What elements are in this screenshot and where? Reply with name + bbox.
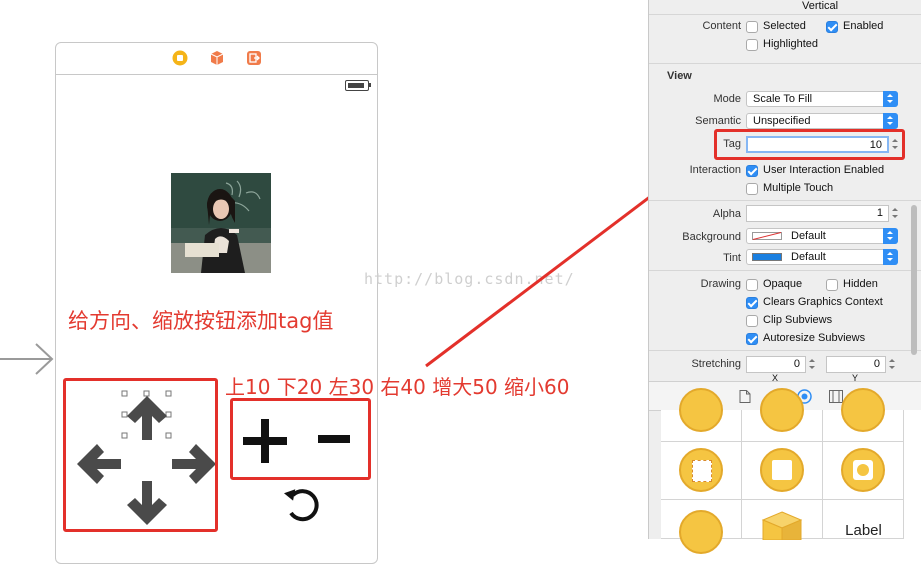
highlighted-label: Highlighted [763,38,819,50]
vertical-label: Vertical [802,0,839,12]
alpha-label: Alpha [712,208,741,220]
semantic-value: Unspecified [753,115,811,127]
opaque-checkbox[interactable] [746,279,758,291]
battery-icon [345,80,369,91]
background-label: Background [682,231,741,243]
enabled-label: Enabled [843,20,884,32]
background-value: Default [791,230,826,242]
library-container-icon [760,448,804,492]
user-interaction-label: User Interaction Enabled [763,164,885,176]
exit-icon[interactable] [246,50,262,66]
separator [649,63,921,64]
hidden-label: Hidden [843,278,878,290]
autoresize-checkbox[interactable] [746,333,758,345]
chevron-updown-icon [883,228,898,244]
direction-buttons-highlight [63,378,218,532]
stretch-y-field[interactable]: 0 [826,356,886,373]
selected-checkbox[interactable] [746,21,758,33]
clear-color-swatch [752,232,782,240]
autoresize-label: Autoresize Subviews [763,332,866,344]
clears-graphics-label: Clears Graphics Context [763,296,883,308]
stretching-label: Stretching [691,358,741,370]
selected-label: Selected [763,20,806,32]
separator [649,200,921,201]
alpha-value: 1 [876,207,883,219]
library-cell[interactable] [823,442,904,500]
first-responder-icon[interactable] [209,50,225,66]
semantic-popup[interactable]: Unspecified [746,113,898,129]
library-av-player-icon [679,510,723,554]
library-cell[interactable] [661,388,742,442]
object-library-grid: Label [661,388,921,554]
scene-dock [56,43,377,75]
zoom-buttons-highlight [230,398,371,480]
separator [649,350,921,351]
library-cell[interactable]: Label [823,500,904,539]
library-object-icon [679,388,723,432]
entry-point-arrow-icon [0,343,54,375]
library-icon[interactable] [829,390,843,403]
content-label: Content [702,20,741,32]
library-label-text: Label [845,522,882,539]
stretch-y-stepper[interactable] [888,356,897,373]
library-cell[interactable] [742,500,823,540]
separator [649,270,921,271]
view-section-title: View [667,70,692,82]
annotation-instruction: 给方向、缩放按钮添加tag值 [68,309,334,333]
stretch-y-value: 0 [873,358,880,370]
battery-tip [369,83,371,87]
library-cell[interactable] [661,442,742,500]
library-cell[interactable] [742,388,823,442]
separator [649,14,921,15]
background-popup[interactable]: Default [746,228,898,244]
enabled-checkbox[interactable] [826,21,838,33]
alpha-stepper[interactable] [891,205,900,222]
multiple-touch-label: Multiple Touch [763,182,834,194]
tint-label: Tint [723,252,741,264]
alpha-field[interactable]: 1 [746,205,889,222]
stretch-x-stepper[interactable] [808,356,817,373]
stretch-x-field[interactable]: 0 [746,356,806,373]
library-cell[interactable] [742,442,823,500]
highlighted-checkbox[interactable] [746,39,758,51]
library-3d-object-icon [761,511,803,540]
semantic-label: Semantic [695,115,741,127]
inspector-scrollbar[interactable] [911,205,917,355]
mode-popup[interactable]: Scale To Fill [746,91,898,107]
mode-label: Mode [713,93,741,105]
clears-graphics-checkbox[interactable] [746,297,758,309]
view-controller-icon[interactable] [172,50,188,66]
library-object-icon [760,388,804,432]
library-object-icon [841,388,885,432]
opaque-label: Opaque [763,278,803,290]
drawing-label: Drawing [700,278,741,290]
rotate-icon[interactable] [283,485,323,525]
interaction-label: Interaction [689,164,741,176]
chevron-updown-icon [883,249,898,265]
multiple-touch-checkbox[interactable] [746,183,758,195]
tag-highlight [714,129,905,160]
portrait-image-view[interactable] [171,173,271,273]
attributes-inspector: Vertical Content Selected Enabled Highli… [648,0,921,554]
mode-value: Scale To Fill [753,93,813,105]
library-view-icon [679,448,723,492]
chevron-updown-icon [883,91,898,107]
chevron-updown-icon [883,113,898,129]
annotation-tag-values: 上10 下20 左30 右40 增大50 缩小60 [225,375,570,399]
clip-subviews-checkbox[interactable] [746,315,758,327]
library-cell[interactable] [661,500,742,554]
clip-subviews-label: Clip Subviews [763,314,833,326]
user-interaction-checkbox[interactable] [746,165,758,177]
stretch-x-value: 0 [793,358,800,370]
file-icon[interactable] [739,390,751,403]
hidden-checkbox[interactable] [826,279,838,291]
tint-popup[interactable]: Default [746,249,898,265]
library-cell[interactable] [823,388,904,442]
tint-value: Default [791,251,826,263]
tint-color-swatch [752,253,782,261]
library-image-view-icon [841,448,885,492]
